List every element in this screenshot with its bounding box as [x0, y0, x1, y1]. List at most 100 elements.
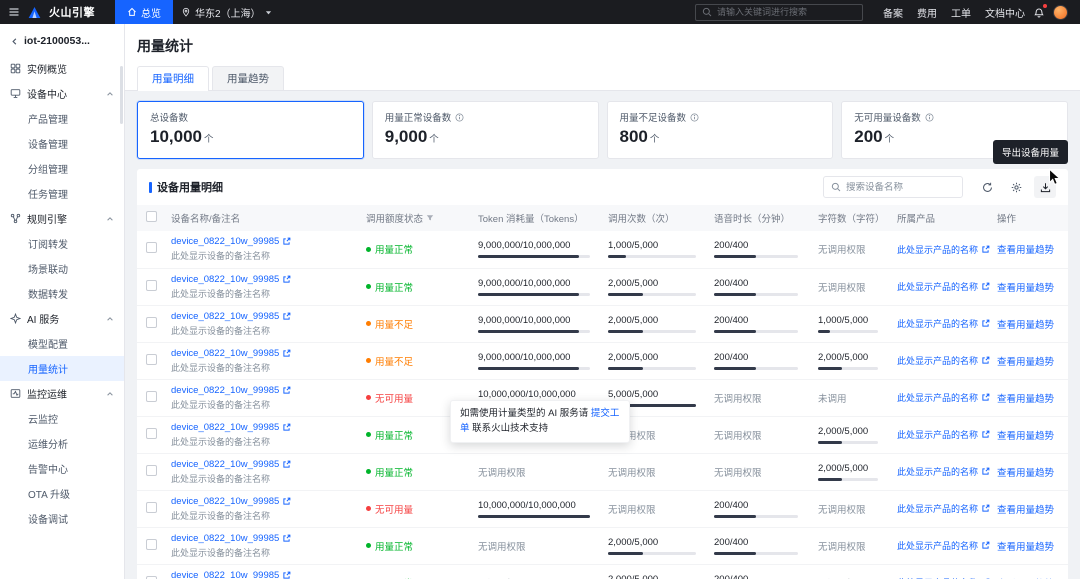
nav-link-2[interactable]: 费用 — [917, 5, 937, 20]
calls-cell: 2,000/5,000 — [600, 268, 706, 306]
refresh-button[interactable] — [976, 176, 998, 198]
device-search[interactable] — [823, 176, 963, 198]
row-checkbox[interactable] — [146, 464, 157, 476]
device-name-link[interactable]: device_0822_10w_99985 — [171, 422, 350, 433]
region-selector[interactable]: 华东2（上海） — [181, 5, 272, 20]
sidebar-item[interactable]: 规则引擎 — [0, 206, 124, 231]
device-name-link[interactable]: device_0822_10w_99985 — [171, 274, 350, 285]
view-usage-trend-link[interactable]: 查看用量趋势 — [997, 505, 1054, 516]
row-checkbox[interactable] — [146, 279, 157, 291]
tab-usage-detail[interactable]: 用量明细 — [137, 66, 209, 91]
sidebar-item[interactable]: 产品管理 — [0, 106, 124, 131]
token-cell: 无调用权限 — [470, 453, 600, 491]
sidebar-item[interactable]: 任务管理 — [0, 181, 124, 206]
instance-selector[interactable]: iot-2100053... — [0, 24, 124, 56]
sidebar-item[interactable]: 数据转发 — [0, 281, 124, 306]
sidebar-item[interactable]: 实例概览 — [0, 56, 124, 81]
sidebar-item[interactable]: 设备管理 — [0, 131, 124, 156]
device-name-link[interactable]: device_0822_10w_99985 — [171, 496, 350, 507]
row-checkbox[interactable] — [146, 242, 157, 254]
view-usage-trend-link[interactable]: 查看用量趋势 — [997, 394, 1054, 405]
row-checkbox[interactable] — [146, 538, 157, 550]
product-link[interactable]: 此处显示产品的名称 — [897, 428, 990, 441]
stat-card[interactable]: 总设备数 10,000 个 — [137, 101, 364, 159]
view-usage-trend-link[interactable]: 查看用量趋势 — [997, 468, 1054, 479]
sidebar-item[interactable]: 云监控 — [0, 406, 124, 431]
view-usage-trend-link[interactable]: 查看用量趋势 — [997, 245, 1054, 256]
device-name-link[interactable]: device_0822_10w_99985 — [171, 570, 350, 579]
export-download-button[interactable] — [1034, 176, 1056, 198]
sidebar-scrollbar[interactable] — [120, 66, 123, 124]
external-link-icon — [981, 430, 990, 439]
global-search-input[interactable] — [717, 7, 856, 17]
view-usage-trend-link[interactable]: 查看用量趋势 — [997, 542, 1054, 553]
row-checkbox[interactable] — [146, 316, 157, 328]
product-link[interactable]: 此处显示产品的名称 — [897, 465, 990, 478]
row-checkbox[interactable] — [146, 501, 157, 513]
sidebar-item[interactable]: 设备调试 — [0, 506, 124, 531]
product-link[interactable]: 此处显示产品的名称 — [897, 317, 990, 330]
view-usage-trend-link[interactable]: 查看用量趋势 — [997, 357, 1054, 368]
row-checkbox[interactable] — [146, 427, 157, 439]
row-checkbox[interactable] — [146, 353, 157, 365]
sidebar-item[interactable]: AI 服务 — [0, 306, 124, 331]
device-name-link[interactable]: device_0822_10w_99985 — [171, 385, 350, 396]
product-link[interactable]: 此处显示产品的名称 — [897, 539, 990, 552]
global-search[interactable] — [695, 3, 863, 21]
row-checkbox[interactable] — [146, 390, 157, 402]
view-usage-trend-link[interactable]: 查看用量趋势 — [997, 320, 1054, 331]
nav-link-3[interactable]: 工单 — [951, 5, 971, 20]
device-name-link[interactable]: device_0822_10w_99985 — [171, 533, 350, 544]
select-all-checkbox[interactable] — [146, 211, 157, 222]
sidebar-item[interactable]: 订阅转发 — [0, 231, 124, 256]
sidebar-item-label: 运维分析 — [28, 440, 68, 451]
filter-icon[interactable] — [426, 214, 434, 222]
voice-progress-bar — [714, 329, 798, 333]
sidebar-item[interactable]: 告警中心 — [0, 456, 124, 481]
voice-text: 无调用权限 — [714, 393, 762, 405]
nav-link-1[interactable]: 备案 — [883, 5, 903, 20]
tab-usage-trend[interactable]: 用量趋势 — [212, 66, 284, 90]
product-link[interactable]: 此处显示产品的名称 — [897, 354, 990, 367]
product-link[interactable]: 此处显示产品的名称 — [897, 502, 990, 515]
chevron-up-icon — [106, 390, 114, 398]
ai-service-tooltip: 如需使用计量类型的 AI 服务请 提交工单 联系火山技术支持 — [450, 400, 630, 444]
sidebar-item[interactable]: 场景联动 — [0, 256, 124, 281]
view-usage-trend-link[interactable]: 查看用量趋势 — [997, 283, 1054, 294]
device-name-link[interactable]: device_0822_10w_99985 — [171, 348, 350, 359]
user-avatar[interactable] — [1053, 4, 1068, 20]
calls-cell: 2,000/5,000 — [600, 342, 706, 380]
settings-gear-button[interactable] — [1005, 176, 1027, 198]
product-link[interactable]: 此处显示产品的名称 — [897, 280, 990, 293]
sidebar-item-label: OTA 升级 — [28, 490, 71, 501]
sidebar-item[interactable]: 分组管理 — [0, 156, 124, 181]
row-checkbox[interactable] — [146, 575, 157, 579]
device-name-link[interactable]: device_0822_10w_99985 — [171, 459, 350, 470]
info-icon[interactable] — [690, 113, 699, 122]
notifications-bell-icon[interactable] — [1033, 4, 1047, 18]
sidebar-item[interactable]: 模型配置 — [0, 331, 124, 356]
sidebar-item[interactable]: OTA 升级 — [0, 481, 124, 506]
stat-card[interactable]: 用量不足设备数 800 个 — [606, 101, 834, 159]
product-link[interactable]: 此处显示产品的名称 — [897, 391, 990, 404]
device-name-link[interactable]: device_0822_10w_99985 — [171, 236, 350, 247]
nav-link-4[interactable]: 文档中心 — [985, 5, 1025, 20]
stat-card[interactable]: 用量正常设备数 9,000 个 — [371, 101, 599, 159]
sidebar-item[interactable]: 设备中心 — [0, 81, 124, 106]
voice-progress-fill — [714, 329, 756, 333]
product-link[interactable]: 此处显示产品的名称 — [897, 243, 990, 256]
sidebar-item[interactable]: 用量统计 — [0, 356, 124, 381]
sidebar-item[interactable]: 监控运维 — [0, 381, 124, 406]
nav-overview-tab[interactable]: 总览 — [115, 0, 173, 24]
device-search-input[interactable] — [846, 181, 955, 193]
sidebar-item[interactable]: 运维分析 — [0, 431, 124, 456]
device-name-text: device_0822_10w_99985 — [171, 384, 280, 396]
stat-value-number: 800 — [619, 127, 648, 146]
info-icon[interactable] — [925, 113, 934, 122]
view-usage-trend-link[interactable]: 查看用量趋势 — [997, 431, 1054, 442]
token-cell: 无调用权限 — [470, 564, 600, 579]
voice-value: 200/400 — [714, 314, 749, 326]
hamburger-menu-icon[interactable] — [8, 6, 20, 18]
device-name-link[interactable]: device_0822_10w_99985 — [171, 311, 350, 322]
info-icon[interactable] — [455, 113, 464, 122]
